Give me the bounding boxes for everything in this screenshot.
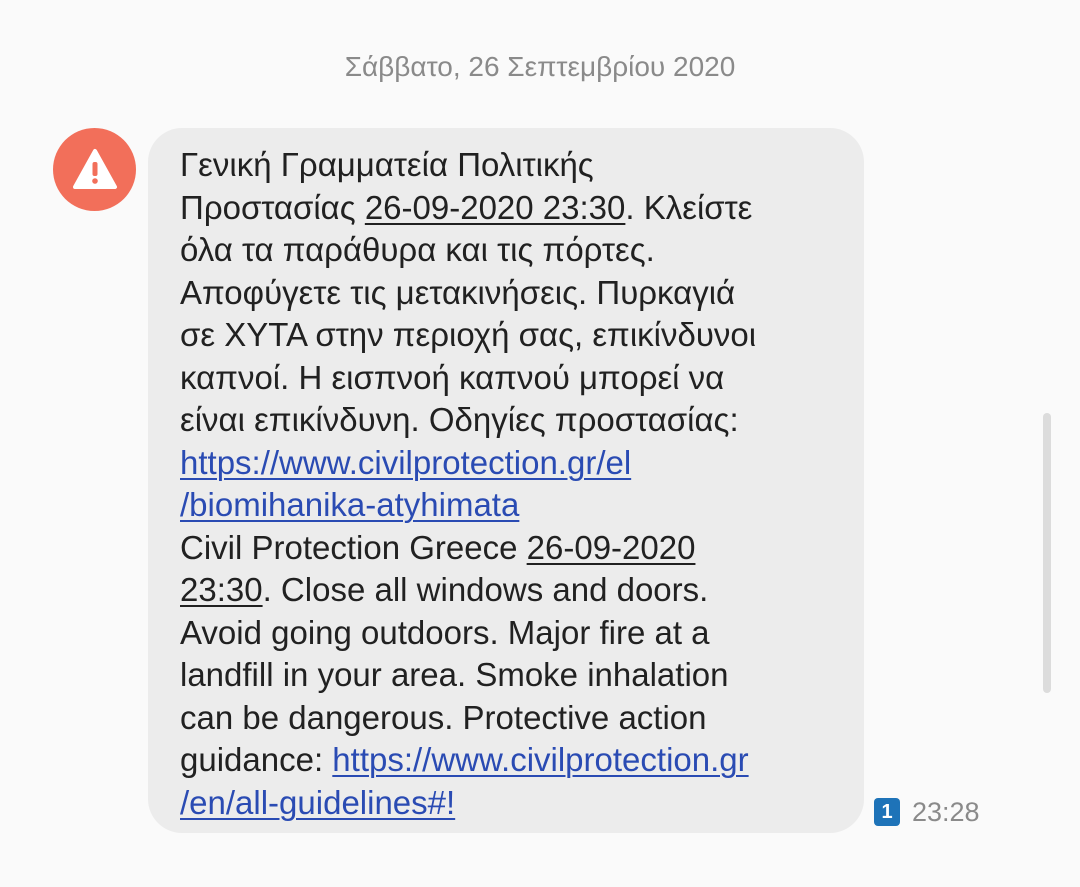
message-line: can be dangerous. Protective action bbox=[180, 697, 840, 740]
message-line: όλα τα παράθυρα και τις πόρτες. bbox=[180, 229, 840, 272]
message-text-segment: guidance: bbox=[180, 741, 333, 778]
message-text-segment: . Κλείστε bbox=[625, 188, 753, 226]
message-line: https://www.civilprotection.gr/el bbox=[180, 442, 840, 485]
message-body: Γενική Γραμματεία Πολιτικής Προστασίας 26… bbox=[180, 144, 840, 824]
message-line: Civil Protection Greece 26-09-2020 bbox=[180, 527, 840, 570]
message-text-segment: Αποφύγετε τις μετακινήσεις. Πυρκαγιά bbox=[180, 273, 736, 311]
message-line: είναι επικίνδυνη. Οδηγίες προστασίας: bbox=[180, 399, 840, 442]
messages-screen: { "conversation": { "date_separator": "Σ… bbox=[0, 0, 1080, 887]
message-text-segment: . Close all windows and doors. bbox=[262, 571, 709, 608]
url-link[interactable]: https://www.civilprotection.gr/el bbox=[180, 444, 631, 481]
message-line: 23:30. Close all windows and doors. bbox=[180, 569, 840, 612]
message-line: /biomihanika-atyhimata bbox=[180, 484, 840, 527]
message-line: Γενική Γραμματεία Πολιτικής bbox=[180, 144, 840, 187]
message-line: καπνοί. Η εισπνοή καπνού μπορεί να bbox=[180, 357, 840, 400]
message-line: landfill in your area. Smoke inhalation bbox=[180, 654, 840, 697]
message-text-segment: Civil Protection Greece bbox=[180, 528, 527, 566]
date-link[interactable]: 23:30 bbox=[180, 571, 263, 608]
date-link[interactable]: 26-09-2020 23:30 bbox=[365, 189, 626, 226]
message-text-segment: σε ΧΥΤΑ στην περιοχή σας, επικίνδυνοι bbox=[180, 316, 757, 353]
message-text-segment: όλα τα παράθυρα και τις πόρτες. bbox=[180, 231, 655, 268]
message-text-segment: Avoid going outdoors. Major fire at a bbox=[180, 613, 710, 651]
date-separator: Σάββατο, 26 Σεπτεμβρίου 2020 bbox=[344, 51, 736, 82]
message-line: σε ΧΥΤΑ στην περιοχή σας, επικίνδυνοι bbox=[180, 314, 840, 357]
message-line: Avoid going outdoors. Major fire at a bbox=[180, 612, 840, 655]
message-line: /en/all-guidelines#! bbox=[180, 782, 840, 825]
message-text-segment: Προστασίας bbox=[180, 188, 365, 226]
url-link[interactable]: /biomihanika-atyhimata bbox=[180, 486, 519, 523]
message-line: Προστασίας 26-09-2020 23:30. Κλείστε bbox=[180, 187, 840, 230]
scrollbar-thumb[interactable] bbox=[1043, 413, 1051, 693]
message-timestamp: 23:28 bbox=[912, 797, 980, 827]
warning-icon bbox=[73, 149, 117, 189]
sender-avatar[interactable] bbox=[53, 128, 136, 211]
message-text-segment: Γενική Γραμματεία Πολιτικής bbox=[180, 146, 594, 183]
message-line: Αποφύγετε τις μετακινήσεις. Πυρκαγιά bbox=[180, 272, 840, 315]
message-text-segment: είναι επικίνδυνη. Οδηγίες προστασίας: bbox=[180, 401, 739, 438]
url-link[interactable]: https://www.civilprotection.gr bbox=[332, 741, 748, 778]
message-text-segment: landfill in your area. Smoke inhalation bbox=[180, 656, 729, 693]
message-line: guidance: https://www.civilprotection.gr bbox=[180, 739, 840, 782]
message-text-segment: καπνοί. Η εισπνοή καπνού μπορεί να bbox=[180, 358, 725, 396]
message-text-segment: can be dangerous. Protective action bbox=[180, 698, 707, 736]
date-link[interactable]: 26-09-2020 bbox=[527, 529, 696, 566]
url-link[interactable]: /en/all-guidelines#! bbox=[180, 784, 455, 821]
sim-badge: 1 bbox=[874, 798, 900, 826]
